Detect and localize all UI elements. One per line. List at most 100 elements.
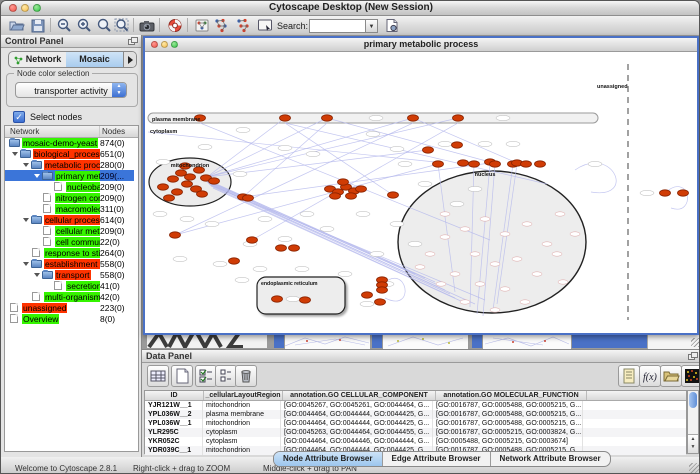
tab-network-attribute-browser[interactable]: Network Attribute Browser — [491, 452, 610, 466]
float-panel-icon[interactable] — [128, 37, 137, 45]
zoom-fit-icon[interactable] — [114, 18, 130, 33]
network-selection-icon-1[interactable] — [213, 18, 229, 33]
network-node[interactable] — [158, 184, 169, 190]
help-lifesaver-icon[interactable] — [167, 18, 183, 33]
tree-row-nucleobase-[interactable]: nucleobase-209(0) — [5, 181, 134, 192]
more-tabs-arrow[interactable] — [123, 52, 136, 67]
table-row[interactable]: YPL036W__1mitochondrion[GO:0044464, GO:0… — [145, 419, 686, 428]
tree-row-response-to-stimulu[interactable]: response to stimulu264(0) — [5, 247, 134, 258]
network-node[interactable] — [276, 245, 287, 251]
tree-row-mosaic-demo-yeast[interactable]: mosaic-demo-yeast874(0) — [5, 137, 134, 148]
search-input[interactable] — [309, 19, 367, 33]
tree-col-nodes[interactable]: Nodes — [99, 126, 138, 137]
attribute-table[interactable]: ID_cellularLayoutRegionannotation.GO CEL… — [144, 390, 687, 454]
tree-row-establishment-of-lo[interactable]: establishment of lo558(0) — [5, 258, 134, 269]
network-node[interactable] — [280, 115, 291, 121]
expand-triangle-icon[interactable] — [34, 273, 40, 277]
attribute-table-icon[interactable] — [147, 365, 169, 387]
select-attributes-icon[interactable] — [195, 365, 217, 387]
network-node[interactable] — [356, 186, 367, 192]
node-color-dropdown[interactable]: transporter activity ▲▼ — [15, 82, 127, 98]
expand-triangle-icon[interactable] — [23, 262, 29, 266]
table-row[interactable]: YJR121W__1mitochondrion[GO:0045267, GO:0… — [145, 401, 686, 410]
search-settings-icon[interactable] — [384, 18, 400, 33]
network-node[interactable] — [375, 299, 386, 305]
network-node[interactable] — [170, 232, 181, 238]
import-attributes-folder-icon[interactable] — [660, 365, 682, 387]
zoom-out-icon[interactable] — [56, 18, 72, 33]
network-node[interactable] — [452, 142, 463, 148]
network-node[interactable] — [322, 115, 333, 121]
open-icon[interactable] — [9, 18, 25, 33]
network-node[interactable] — [660, 190, 671, 196]
network-node[interactable] — [289, 245, 300, 251]
network-node[interactable] — [172, 189, 183, 195]
search-dropdown-button[interactable]: ▼ — [365, 19, 378, 33]
tree-row-secretion[interactable]: secretion41(0) — [5, 280, 134, 291]
network-node[interactable] — [300, 297, 311, 303]
network-node[interactable] — [521, 161, 532, 167]
tree-row-multi-organism-pro[interactable]: multi-organism pro42(0) — [5, 291, 134, 302]
resize-grip[interactable] — [691, 338, 700, 347]
network-node[interactable] — [272, 296, 283, 302]
network-node[interactable] — [247, 237, 258, 243]
scrollbar-arrows[interactable]: ▲▼ — [688, 434, 698, 453]
table-row[interactable]: YLR295Ccytoplasm[GO:0045263, GO:0044464,… — [145, 428, 686, 437]
tree-row-overview[interactable]: Overview8(0) — [5, 313, 134, 324]
network-selection-icon-2[interactable] — [235, 18, 251, 33]
network-node[interactable] — [535, 161, 546, 167]
report-icon[interactable] — [618, 365, 640, 387]
import-network-icon[interactable] — [194, 18, 210, 33]
table-column-header[interactable]: annotation.GO MOLECULAR_FUNCTION — [436, 391, 587, 400]
network-node[interactable] — [490, 161, 501, 167]
table-row[interactable]: YPL036W__2plasma membrane[GO:0044464, GO… — [145, 410, 686, 419]
resize-grip[interactable] — [689, 463, 700, 474]
table-scrollbar[interactable]: ▲▼ — [687, 390, 699, 454]
tree-row-nitrogen-compo[interactable]: nitrogen compo209(0) — [5, 192, 134, 203]
snapshot-camera-icon[interactable] — [139, 18, 155, 33]
expand-triangle-icon[interactable] — [23, 163, 29, 167]
zoom-selected-icon[interactable] — [96, 18, 112, 33]
network-node[interactable] — [197, 191, 208, 197]
network-node[interactable] — [185, 174, 196, 180]
tree-row-cell-communicat[interactable]: cell communicat22(0) — [5, 236, 134, 247]
tree-row-primary-metabo[interactable]: primary metabo209(... — [5, 170, 134, 181]
network-node[interactable] — [377, 287, 388, 293]
network-node[interactable] — [423, 147, 434, 153]
network-node[interactable] — [408, 115, 419, 121]
float-panel-icon[interactable] — [688, 352, 697, 360]
network-node[interactable] — [338, 179, 349, 185]
network-canvas[interactable]: plasma membrane cytoplasm mitochondrion … — [145, 52, 697, 333]
network-node[interactable] — [182, 181, 193, 187]
unselect-attributes-icon[interactable] — [215, 365, 237, 387]
tree-row-cellular-process[interactable]: cellular process614(0) — [5, 214, 134, 225]
network-node[interactable] — [453, 115, 464, 121]
tab-mosaic[interactable]: Mosaic — [66, 52, 123, 67]
table-column-header[interactable]: ID — [145, 391, 204, 400]
network-node[interactable] — [678, 190, 689, 196]
zoom-in-icon[interactable] — [76, 18, 92, 33]
network-node[interactable] — [168, 176, 179, 182]
select-nodes-checkbox[interactable]: ✓ — [13, 111, 25, 123]
function-icon[interactable]: f(x) — [639, 365, 661, 387]
expand-triangle-icon[interactable] — [23, 218, 29, 222]
expand-triangle-icon[interactable] — [34, 174, 40, 178]
delete-attribute-trash-icon[interactable] — [235, 365, 257, 387]
network-node[interactable] — [164, 195, 175, 201]
tree-row-macromolecule[interactable]: macromolecule311(0) — [5, 203, 134, 214]
tree-row-biological-process[interactable]: biological_process651(0) — [5, 148, 134, 159]
network-node[interactable] — [243, 195, 254, 201]
network-node[interactable] — [229, 258, 240, 264]
tree-col-network[interactable]: Network — [5, 126, 99, 137]
table-column-header[interactable]: _cellularLayoutRegion — [204, 391, 283, 400]
network-node[interactable] — [458, 160, 469, 166]
network-node[interactable] — [346, 193, 357, 199]
tree-row-unassigned[interactable]: unassigned223(0) — [5, 302, 134, 313]
network-node[interactable] — [388, 192, 399, 198]
tree-row-cellular-metabo[interactable]: cellular metabo209(0) — [5, 225, 134, 236]
network-node[interactable] — [330, 193, 341, 199]
network-node[interactable] — [433, 161, 444, 167]
tree-row-transport[interactable]: transport558(0) — [5, 269, 134, 280]
matrix-icon[interactable] — [681, 365, 700, 387]
network-node[interactable] — [362, 292, 373, 298]
